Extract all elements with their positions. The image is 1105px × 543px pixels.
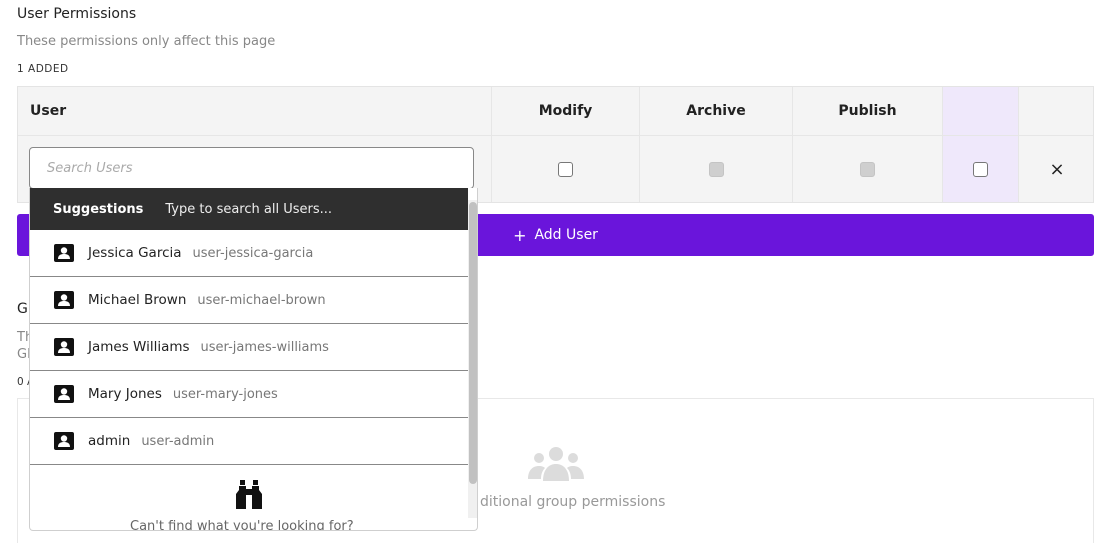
column-header-modify: Modify bbox=[491, 87, 639, 135]
plus-icon: + bbox=[513, 225, 527, 245]
user-contact-icon bbox=[54, 244, 74, 262]
publish-checkbox[interactable] bbox=[860, 161, 875, 177]
suggestion-slug: user-admin bbox=[141, 433, 215, 449]
group-permissions-empty-message: ditional group permissions bbox=[480, 494, 666, 510]
suggestion-slug: user-michael-brown bbox=[197, 292, 326, 308]
search-users-input[interactable] bbox=[29, 147, 474, 189]
suggestion-name: James Williams bbox=[88, 339, 190, 355]
close-icon[interactable]: × bbox=[1049, 159, 1064, 180]
suggestions-footer-text: Can't find what you're looking for? bbox=[130, 519, 354, 531]
suggestion-slug: user-james-williams bbox=[200, 339, 329, 355]
column-header-extra bbox=[942, 87, 1018, 135]
user-contact-icon bbox=[54, 291, 74, 309]
list-item[interactable]: Mary Jones user-mary-jones bbox=[30, 371, 468, 418]
scrollbar-thumb[interactable] bbox=[469, 202, 477, 484]
suggestion-name: admin bbox=[88, 433, 131, 449]
suggestions-hint: Type to search all Users... bbox=[165, 201, 333, 217]
group-icon bbox=[527, 445, 585, 485]
suggestions-label: Suggestions bbox=[53, 201, 144, 217]
list-item[interactable]: Michael Brown user-michael-brown bbox=[30, 277, 468, 324]
modify-cell bbox=[491, 136, 639, 202]
column-header-remove bbox=[1018, 87, 1095, 135]
suggestion-name: Mary Jones bbox=[88, 386, 162, 402]
column-header-publish: Publish bbox=[792, 87, 942, 135]
column-header-archive: Archive bbox=[639, 87, 792, 135]
extra-checkbox[interactable] bbox=[973, 161, 988, 177]
suggestion-name: Michael Brown bbox=[88, 292, 187, 308]
archive-cell bbox=[639, 136, 792, 202]
user-contact-icon bbox=[54, 338, 74, 356]
archive-checkbox[interactable] bbox=[708, 161, 724, 177]
binoculars-icon bbox=[234, 480, 264, 514]
column-header-user: User bbox=[30, 103, 67, 119]
modify-checkbox[interactable] bbox=[558, 161, 573, 177]
user-permissions-title: User Permissions bbox=[17, 6, 137, 22]
list-item[interactable]: admin user-admin bbox=[30, 418, 468, 465]
suggestion-slug: user-mary-jones bbox=[172, 386, 278, 402]
dropdown-scrollbar[interactable] bbox=[468, 200, 477, 518]
group-permissions-title: G bbox=[17, 301, 28, 317]
list-item[interactable]: James Williams user-james-williams bbox=[30, 324, 468, 371]
suggestion-slug: user-jessica-garcia bbox=[192, 245, 314, 261]
list-item[interactable]: Jessica Garcia user-jessica-garcia bbox=[30, 230, 468, 277]
extra-cell bbox=[942, 136, 1018, 202]
suggestions-header: Suggestions Type to search all Users... bbox=[30, 188, 468, 230]
user-contact-icon bbox=[54, 385, 74, 403]
table-header-row: User Modify Archive Publish bbox=[18, 87, 1093, 136]
suggestion-name: Jessica Garcia bbox=[88, 245, 182, 261]
user-permissions-count: 1 ADDED bbox=[17, 63, 69, 75]
remove-cell: × bbox=[1018, 136, 1095, 202]
user-permissions-subtitle: These permissions only affect this page bbox=[17, 34, 276, 49]
page: User Permissions These permissions only … bbox=[0, 0, 1105, 543]
user-contact-icon bbox=[54, 432, 74, 450]
user-suggestions-dropdown: Suggestions Type to search all Users... … bbox=[29, 188, 478, 531]
add-user-button-label: Add User bbox=[534, 227, 598, 243]
publish-cell bbox=[792, 136, 942, 202]
